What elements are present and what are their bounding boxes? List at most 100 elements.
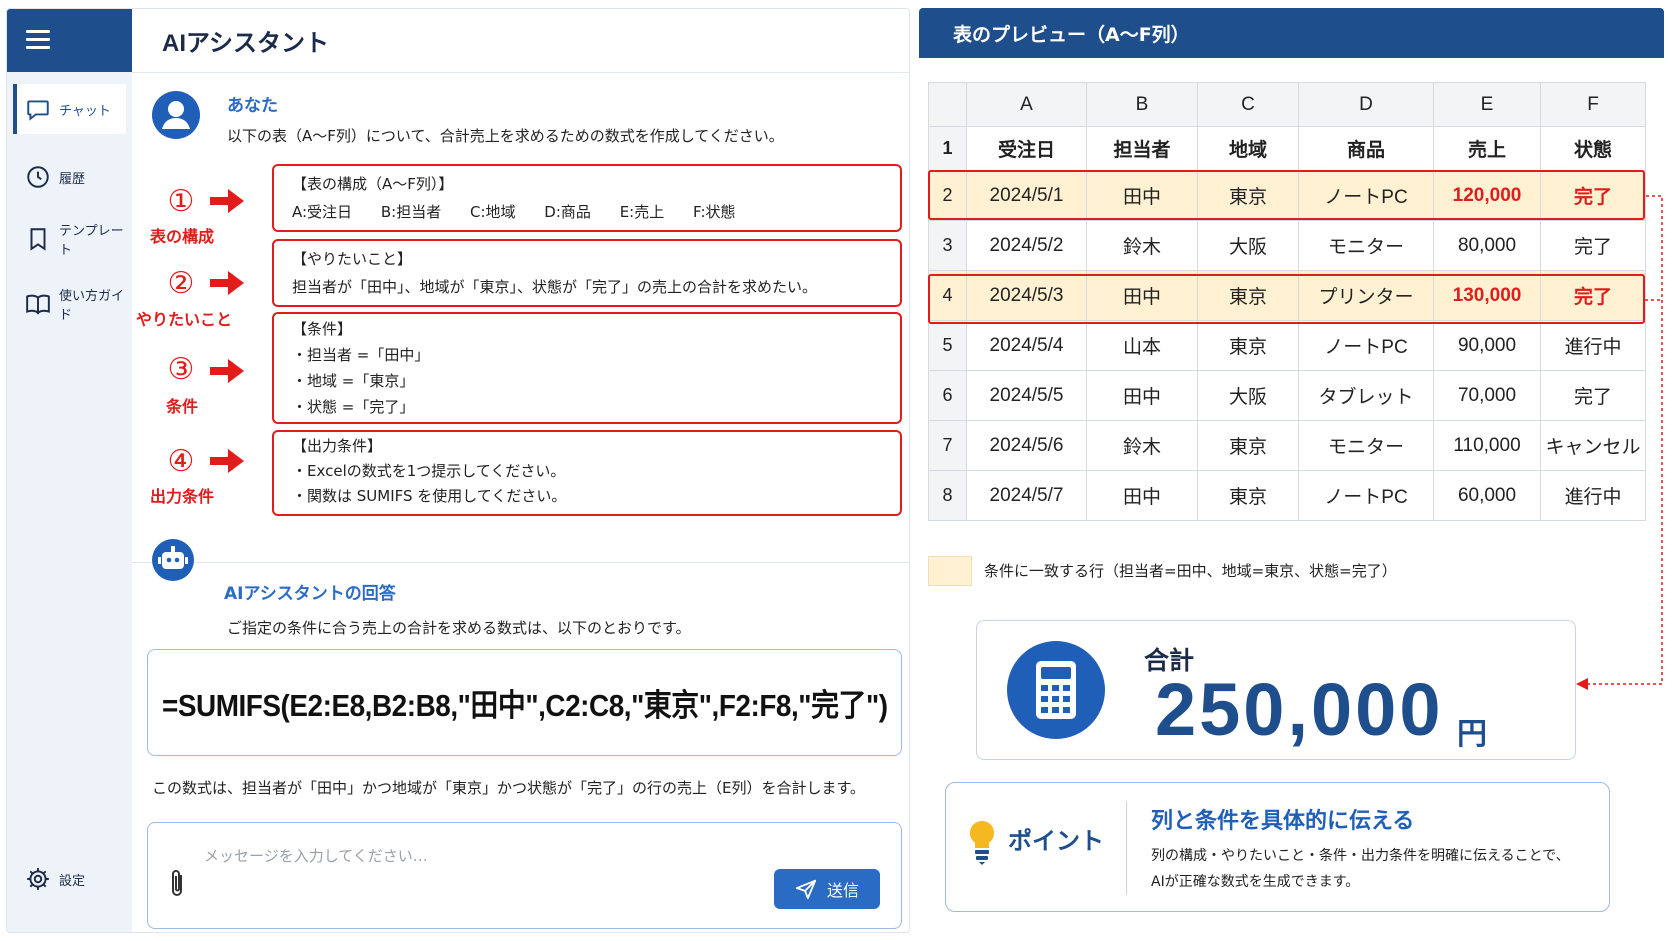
user-prompt-text: 以下の表（A〜F列）について、合計売上を求めるための数式を作成してください。 bbox=[227, 127, 784, 145]
book-icon bbox=[26, 294, 50, 315]
total-card: 合計 250,000 円 bbox=[976, 620, 1576, 760]
bookmark-icon bbox=[30, 228, 46, 251]
column-letter: C bbox=[1197, 82, 1299, 127]
table-row: 7 2024/5/6 鈴木 東京 モニター 110,000 キャンセル bbox=[928, 420, 1646, 471]
sidebar-item-history[interactable]: 履歴 bbox=[13, 152, 126, 202]
paperclip-icon[interactable] bbox=[164, 867, 190, 901]
output-box: 【出力条件】 ・Excelの数式を1つ提示してください。 ・関数は SUMIFS… bbox=[272, 430, 902, 516]
clock-icon bbox=[27, 166, 49, 188]
message-input-placeholder: メッセージを入力してください… bbox=[204, 847, 428, 865]
cell-region: 大阪 bbox=[1197, 220, 1299, 271]
goal-box: 【やりたいこと】 担当者が「田中」、地域が「東京」、状態が「完了」の売上の合計を… bbox=[272, 239, 902, 307]
cell-sales: 70,000 bbox=[1433, 370, 1541, 421]
sidebar-item-chat[interactable]: チャット bbox=[13, 84, 126, 134]
user-avatar bbox=[152, 91, 200, 139]
cell-date: 2024/5/5 bbox=[966, 370, 1087, 421]
row-number: 1 bbox=[928, 126, 967, 171]
row-number: 2 bbox=[928, 170, 967, 221]
sidebar-item-templates[interactable]: テンプレート bbox=[13, 214, 126, 264]
cell-region: 東京 bbox=[1197, 170, 1299, 221]
menu-icon-bar bbox=[26, 38, 50, 41]
cell-date: 2024/5/7 bbox=[966, 470, 1087, 521]
column-def: A:受注日 bbox=[292, 203, 353, 221]
cell-sales: 110,000 bbox=[1433, 420, 1541, 471]
formula-explanation: この数式は、担当者が「田中」かつ地域が「東京」かつ状態が「完了」の行の売上（E列… bbox=[152, 779, 865, 797]
cell-product: タブレット bbox=[1298, 370, 1434, 421]
robot-icon bbox=[158, 546, 188, 569]
field-header: 状態 bbox=[1540, 126, 1646, 171]
ai-sender-name: AIアシスタントの回答 bbox=[224, 584, 396, 604]
condition-line: ・状態 =「完了」 bbox=[292, 398, 415, 416]
sidebar-item-guide[interactable]: 使い方ガイド bbox=[13, 279, 126, 329]
send-button[interactable]: 送信 bbox=[774, 869, 880, 909]
structure-columns: A:受注日 B:担当者 C:地域 D:商品 E:売上 F:状態 bbox=[292, 198, 882, 226]
step-label-4: 出力条件 bbox=[149, 487, 214, 506]
sidebar: チャット 履歴 テンプレート 使い方ガイド 設定 bbox=[7, 9, 132, 932]
row-number: 6 bbox=[928, 370, 967, 421]
arrow-right-icon bbox=[210, 359, 244, 383]
field-header: 商品 bbox=[1298, 126, 1434, 171]
step-label-3: 条件 bbox=[165, 397, 198, 416]
column-def: D:商品 bbox=[544, 203, 591, 221]
spreadsheet-preview: A B C D E F 1 受注日 担当者 地域 商品 売上 状態 2 2024… bbox=[928, 82, 1646, 521]
cell-region: 東京 bbox=[1197, 420, 1299, 471]
column-letter: E bbox=[1433, 82, 1541, 127]
cell-date: 2024/5/1 bbox=[966, 170, 1087, 221]
column-letter: A bbox=[966, 82, 1087, 127]
output-box-title: 【出力条件】 bbox=[292, 437, 383, 455]
cell-product: モニター bbox=[1298, 420, 1434, 471]
step-label-1: 表の構成 bbox=[149, 227, 214, 246]
message-input[interactable]: メッセージを入力してください… 送信 bbox=[147, 822, 902, 929]
hamburger-menu-button[interactable] bbox=[7, 9, 132, 72]
ai-intro-text: ご指定の条件に合う売上の合計を求める数式は、以下のとおりです。 bbox=[227, 619, 691, 637]
column-def: E:売上 bbox=[619, 203, 665, 221]
table-row: 3 2024/5/2 鈴木 大阪 モニター 80,000 完了 bbox=[928, 220, 1646, 271]
menu-icon-bar bbox=[26, 46, 50, 49]
column-letter: B bbox=[1086, 82, 1198, 127]
cell-person: 山本 bbox=[1086, 320, 1198, 371]
row-number: 8 bbox=[928, 470, 967, 521]
goal-box-title: 【やりたいこと】 bbox=[292, 250, 413, 268]
point-description: 列の構成・やりたいこと・条件・出力条件を明確に伝えることで、 bbox=[1151, 848, 1570, 864]
user-icon bbox=[162, 101, 190, 129]
point-card: ポイント 列と条件を具体的に伝える 列の構成・やりたいこと・条件・出力条件を明確… bbox=[945, 782, 1610, 912]
calculator-icon bbox=[1007, 641, 1105, 739]
row-number: 7 bbox=[928, 420, 967, 471]
column-def: F:状態 bbox=[693, 203, 736, 221]
cell-person: 田中 bbox=[1086, 470, 1198, 521]
cell-region: 東京 bbox=[1197, 320, 1299, 371]
cell-person: 田中 bbox=[1086, 270, 1198, 321]
legend-text: 条件に一致する行（担当者=田中、地域=東京、状態=完了） bbox=[984, 562, 1397, 580]
sidebar-item-label: 使い方ガイド bbox=[59, 289, 125, 323]
cell-person: 鈴木 bbox=[1086, 220, 1198, 271]
sidebar-item-settings[interactable]: 設定 bbox=[13, 854, 126, 904]
cell-product: ノートPC bbox=[1298, 170, 1434, 221]
sidebar-item-label: 履歴 bbox=[59, 171, 86, 187]
cell-date: 2024/5/3 bbox=[966, 270, 1087, 321]
cell-date: 2024/5/4 bbox=[966, 320, 1087, 371]
goal-text: 担当者が「田中」、地域が「東京」、状態が「完了」の売上の合計を求めたい。 bbox=[292, 278, 818, 296]
row-number: 3 bbox=[928, 220, 967, 271]
cell-sales: 60,000 bbox=[1433, 470, 1541, 521]
condition-line: ・地域 =「東京」 bbox=[292, 372, 415, 390]
row-number: 4 bbox=[928, 270, 967, 321]
cell-person: 鈴木 bbox=[1086, 420, 1198, 471]
cell-product: ノートPC bbox=[1298, 470, 1434, 521]
condition-line: ・担当者 =「田中」 bbox=[292, 346, 430, 364]
point-title: 列と条件を具体的に伝える bbox=[1151, 809, 1415, 834]
cell-sales: 90,000 bbox=[1433, 320, 1541, 371]
formula-box[interactable]: =SUMIFS(E2:E8,B2:B8,"田中",C2:C8,"東京",F2:F… bbox=[147, 649, 902, 756]
app-window: チャット 履歴 テンプレート 使い方ガイド 設定 AIアシスタント あなた 以下… bbox=[6, 8, 910, 933]
field-header-row: 1 受注日 担当者 地域 商品 売上 状態 bbox=[928, 126, 1646, 171]
structure-box-title: 【表の構成（A〜F列）】 bbox=[292, 175, 454, 193]
column-letter: F bbox=[1540, 82, 1646, 127]
cell-region: 東京 bbox=[1197, 270, 1299, 321]
divider bbox=[1126, 801, 1127, 895]
table-row-match: 4 2024/5/3 田中 東京 プリンター 130,000 完了 bbox=[928, 270, 1646, 321]
cell-product: モニター bbox=[1298, 220, 1434, 271]
column-def: C:地域 bbox=[469, 203, 516, 221]
preview-title: 表のプレビュー（A〜F列） bbox=[919, 8, 1664, 58]
formula-text: =SUMIFS(E2:E8,B2:B8,"田中",C2:C8,"東京",F2:F… bbox=[162, 688, 888, 723]
chat-main: AIアシスタント あなた 以下の表（A〜F列）について、合計売上を求めるための数… bbox=[132, 9, 909, 932]
column-def: B:担当者 bbox=[380, 203, 442, 221]
